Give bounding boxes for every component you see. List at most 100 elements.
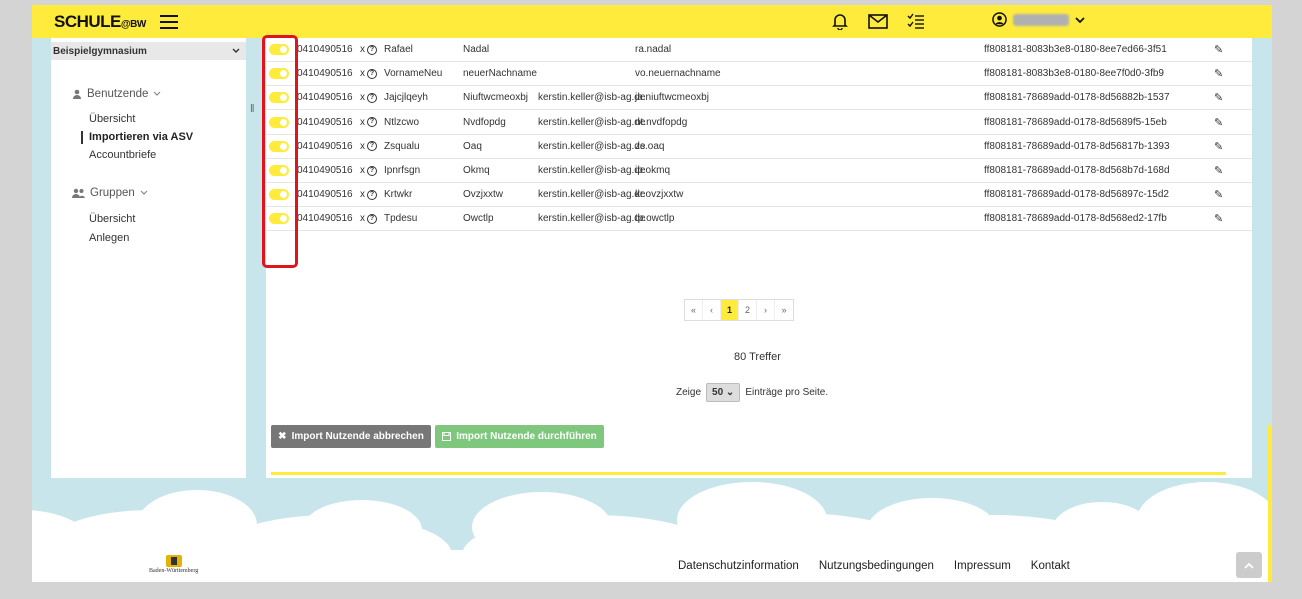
cell-email: kerstin.keller@isb-ag.de <box>538 213 646 225</box>
help-icon[interactable]: ? <box>367 213 377 224</box>
import-toggle[interactable] <box>269 213 289 225</box>
main-content: 0410490516 x? Rafael Nadal ra.nadal ff808181-… <box>266 38 1252 478</box>
cell-first-name: Rafael <box>384 44 413 55</box>
cloud-decoration <box>32 482 1272 582</box>
sidebar-group-gruppen[interactable]: Gruppen <box>72 187 148 199</box>
edit-icon[interactable]: ✎ <box>1214 91 1223 104</box>
tasks-icon[interactable] <box>906 11 926 31</box>
chevron-down-icon <box>1075 16 1085 23</box>
footer-link-nutzungsbedingungen[interactable]: Nutzungsbedingungen <box>819 560 934 572</box>
cell-uuid: ff808181-8083b3e8-0180-8ee7f0d0-3fb9 <box>984 68 1164 80</box>
crest-logo: Baden-Württemberg <box>149 555 198 574</box>
cell-last-name: Owctlp <box>463 213 494 225</box>
crest-text: Baden-Württemberg <box>149 568 199 574</box>
per-page-select[interactable]: 50 ⌄ <box>706 383 741 402</box>
logo-suffix-text: @BW <box>120 18 146 30</box>
page-last-button[interactable]: » <box>775 300 793 320</box>
save-icon <box>442 432 452 441</box>
import-toggle[interactable] <box>269 140 289 152</box>
cell-last-name: Ovzjxxtw <box>463 189 503 201</box>
logo-main-text: SCHULE <box>54 11 121 31</box>
edit-icon[interactable]: ✎ <box>1214 116 1223 129</box>
cell-id: 0410490516 <box>297 68 353 80</box>
help-icon[interactable]: ? <box>367 68 377 79</box>
user-icon <box>73 89 81 99</box>
footer-link-datenschutz[interactable]: Datenschutzinformation <box>678 560 799 572</box>
sidebar-group-label: Benutzende <box>87 88 149 100</box>
table-row: 0410490516 x? Zsqualu Oaq kerstin.keller@isb… <box>266 135 1252 159</box>
school-select[interactable]: Beispielgymnasium <box>51 42 246 60</box>
logo[interactable]: SCHULE@BW <box>54 5 146 32</box>
edit-icon[interactable]: ✎ <box>1214 140 1223 153</box>
sidebar-resize-handle[interactable]: ‖ <box>250 103 255 115</box>
page-1-button[interactable]: 1 <box>721 300 739 320</box>
school-name: Beispielgymnasium <box>53 45 147 57</box>
cell-uuid: ff808181-8083b3e8-0180-8ee7ed66-3f51 <box>984 44 1167 55</box>
import-toggle[interactable] <box>269 189 289 201</box>
help-icon[interactable]: ? <box>367 92 377 103</box>
help-icon[interactable]: ? <box>367 117 377 128</box>
import-toggle[interactable] <box>269 92 289 104</box>
sidebar-item-anlegen[interactable]: Anlegen <box>89 232 129 244</box>
help-icon[interactable]: ? <box>367 141 377 152</box>
page-first-button[interactable]: « <box>685 300 703 320</box>
sidebar-group-benutzende[interactable]: Benutzende <box>72 88 161 100</box>
sidebar-item-benutzende-uebersicht[interactable]: Übersicht <box>89 113 135 125</box>
page-2-button[interactable]: 2 <box>739 300 757 320</box>
users-icon <box>72 188 85 198</box>
chevron-up-icon <box>1244 562 1254 569</box>
sidebar-item-gruppen-uebersicht[interactable]: Übersicht <box>89 213 135 225</box>
cell-login: zs.oaq <box>635 140 665 152</box>
help-icon[interactable]: ? <box>367 189 377 200</box>
bell-icon[interactable] <box>830 11 850 31</box>
pagination: « ‹ 1 2 › » <box>684 299 794 321</box>
cell-first-name: Ipnrfsgn <box>384 165 421 176</box>
cell-email: kerstin.keller@isb-ag.de <box>538 165 646 176</box>
cell-uuid: ff808181-78689add-0178-8d56817b-1393 <box>984 140 1170 152</box>
import-toggle[interactable] <box>269 44 289 55</box>
cell-x: x <box>360 189 365 201</box>
top-bar: SCHULE@BW Org-Admin <box>32 5 1272 38</box>
edit-icon[interactable]: ✎ <box>1214 43 1223 56</box>
cell-x: x <box>360 44 365 55</box>
cell-first-name: Ntlzcwo <box>384 116 420 128</box>
help-icon[interactable]: ? <box>367 44 377 55</box>
cell-x: x <box>360 116 365 128</box>
import-toggle[interactable] <box>269 68 289 80</box>
cell-login: ja.niuftwcmeoxbj <box>635 92 709 104</box>
user-menu[interactable]: Org-Admin <box>992 12 1085 27</box>
menu-icon[interactable] <box>159 14 178 29</box>
edit-icon[interactable]: ✎ <box>1214 164 1223 177</box>
cell-login: nt.nvdfopdg <box>635 116 688 128</box>
sidebar: Beispielgymnasium Benutzende Übersicht I… <box>51 38 246 478</box>
per-page-suffix: Einträge pro Seite. <box>745 387 829 398</box>
table-row: 0410490516 x? Tpdesu Owctlp kerstin.keller@i… <box>266 207 1252 232</box>
mail-icon[interactable] <box>868 11 888 31</box>
table-row: 0410490516 x? Ntlzcwo Nvdfopdg kerstin.kelle… <box>266 111 1252 135</box>
cell-login: ip.okmq <box>635 165 671 176</box>
scroll-top-button[interactable] <box>1236 552 1262 578</box>
app-frame: SCHULE@BW Org-Admin Beispielgymnasium Be… <box>32 5 1272 582</box>
chevron-down-icon <box>153 91 161 96</box>
cell-email: kerstin.keller@isb-ag.de <box>538 116 646 128</box>
cell-login: tp.owctlp <box>635 213 675 225</box>
help-icon[interactable]: ? <box>367 165 377 176</box>
cell-uuid: ff808181-78689add-0178-8d56882b-1537 <box>984 92 1170 104</box>
run-import-button[interactable]: Import Nutzende durchführen <box>435 425 604 448</box>
import-toggle[interactable] <box>269 116 289 128</box>
close-icon: ✖ <box>278 431 287 442</box>
sidebar-item-importieren-via-asv[interactable]: Importieren via ASV <box>80 131 193 144</box>
footer-link-impressum[interactable]: Impressum <box>954 560 1011 572</box>
footer-link-kontakt[interactable]: Kontakt <box>1031 560 1070 572</box>
page-prev-button[interactable]: ‹ <box>703 300 721 320</box>
edit-icon[interactable]: ✎ <box>1214 67 1223 80</box>
import-toggle[interactable] <box>269 165 289 176</box>
header-icons <box>830 11 926 31</box>
edit-icon[interactable]: ✎ <box>1214 188 1223 201</box>
sidebar-item-accountbriefe[interactable]: Accountbriefe <box>89 149 156 161</box>
edit-icon[interactable]: ✎ <box>1214 212 1223 225</box>
crest-icon <box>165 555 182 567</box>
cancel-import-button[interactable]: ✖ Import Nutzende abbrechen <box>271 425 431 448</box>
page-next-button[interactable]: › <box>757 300 775 320</box>
cell-x: x <box>360 92 365 104</box>
